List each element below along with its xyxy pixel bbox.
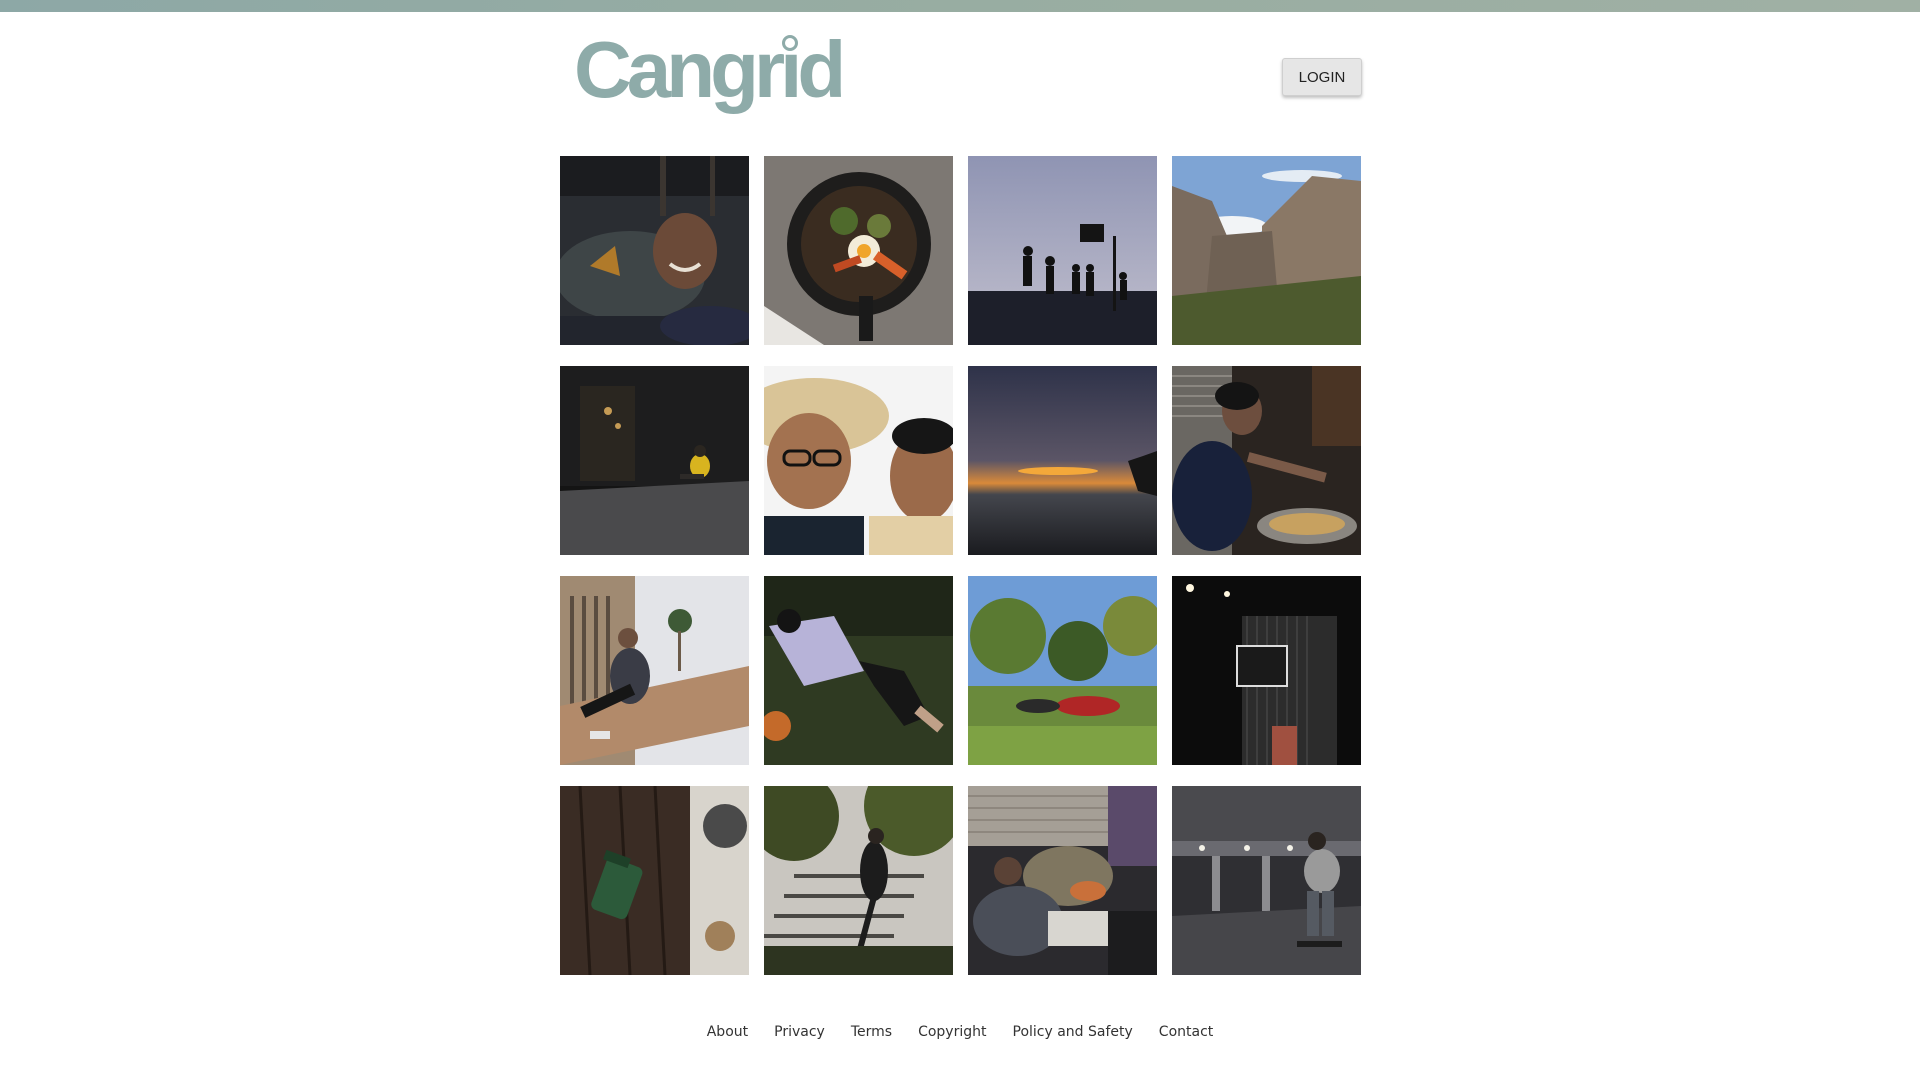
photo-tile[interactable] xyxy=(1172,786,1361,975)
photo-tile[interactable] xyxy=(1172,156,1361,345)
photo-tile[interactable] xyxy=(764,786,953,975)
photo-image xyxy=(560,576,749,765)
photo-image xyxy=(1172,576,1361,765)
photo-image xyxy=(764,156,953,345)
photo-tile[interactable] xyxy=(1172,366,1361,555)
site-logo[interactable]: Cangrid xyxy=(574,30,846,110)
site-header: Cangrid LOGIN xyxy=(560,30,1362,120)
footer-link-privacy[interactable]: Privacy xyxy=(774,1024,825,1040)
footer-link-terms[interactable]: Terms xyxy=(851,1024,892,1040)
photo-image xyxy=(1172,786,1361,975)
photo-tile[interactable] xyxy=(560,156,749,345)
photo-image xyxy=(764,576,953,765)
photo-image xyxy=(968,786,1157,975)
top-accent-bar xyxy=(0,0,1920,12)
photo-tile[interactable] xyxy=(968,576,1157,765)
photo-image xyxy=(968,576,1157,765)
photo-image xyxy=(968,156,1157,345)
photo-image xyxy=(560,156,749,345)
photo-image xyxy=(968,366,1157,555)
site-footer: About Privacy Terms Copyright Policy and… xyxy=(0,1024,1920,1040)
photo-tile[interactable] xyxy=(764,366,953,555)
logo-ring-icon xyxy=(782,35,798,51)
photo-tile[interactable] xyxy=(560,366,749,555)
photo-tile[interactable] xyxy=(764,156,953,345)
photo-image xyxy=(1172,366,1361,555)
photo-tile[interactable] xyxy=(968,786,1157,975)
photo-grid xyxy=(560,156,1361,975)
photo-image xyxy=(764,366,953,555)
footer-link-copyright[interactable]: Copyright xyxy=(918,1024,986,1040)
login-button[interactable]: LOGIN xyxy=(1282,58,1362,96)
photo-image xyxy=(560,366,749,555)
footer-link-about[interactable]: About xyxy=(707,1024,748,1040)
photo-tile[interactable] xyxy=(560,786,749,975)
photo-tile[interactable] xyxy=(560,576,749,765)
footer-link-policy-and-safety[interactable]: Policy and Safety xyxy=(1013,1024,1133,1040)
footer-link-contact[interactable]: Contact xyxy=(1159,1024,1213,1040)
photo-tile[interactable] xyxy=(764,576,953,765)
photo-image xyxy=(560,786,749,975)
photo-tile[interactable] xyxy=(968,366,1157,555)
photo-image xyxy=(1172,156,1361,345)
photo-tile[interactable] xyxy=(1172,576,1361,765)
photo-image xyxy=(764,786,953,975)
photo-tile[interactable] xyxy=(968,156,1157,345)
